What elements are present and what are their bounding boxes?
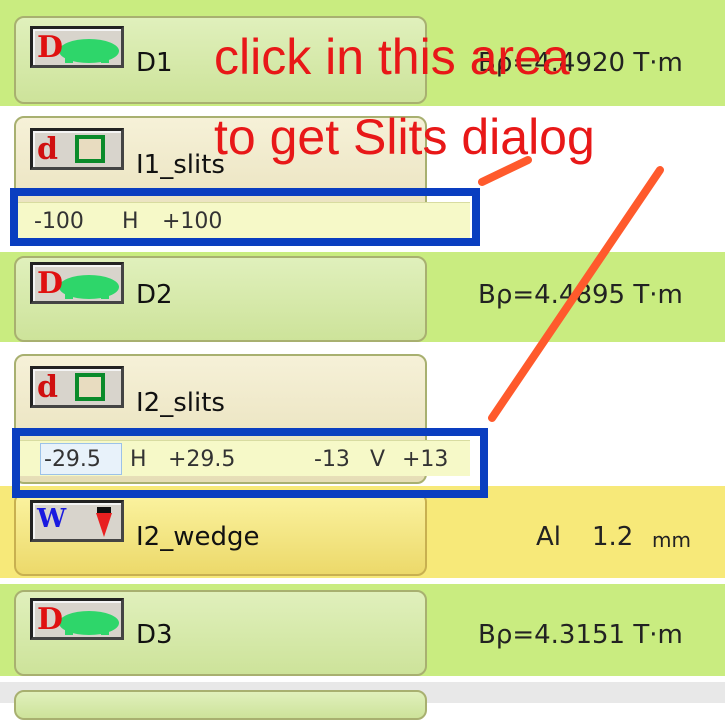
svg-text:d: d (37, 370, 58, 405)
annotation-line1: click in this area (214, 29, 570, 85)
i1-slits-highlight-box (10, 188, 480, 246)
next-element-tab[interactable] (14, 690, 427, 720)
svg-text:D: D (37, 602, 63, 637)
dipole-magnet-icon: D (37, 602, 119, 637)
d2-brho: Bρ=4.4895 T·m (478, 280, 683, 310)
wedge-unit: mm (652, 528, 691, 552)
annotation-line2: to get Slits dialog (214, 109, 595, 165)
wedge-name: I2_wedge (136, 522, 260, 552)
dipole-magnet-icon: D (37, 266, 119, 301)
d3-brho: Bρ=4.3151 T·m (478, 620, 683, 650)
wedge-thickness: 1.2 (592, 522, 634, 552)
wedge-icon: W (36, 504, 112, 537)
i2-slits-highlight-box (12, 428, 488, 498)
i2-slits-button[interactable]: d (30, 366, 124, 408)
wedge-material: Al (536, 522, 562, 552)
svg-text:D: D (37, 266, 63, 301)
i2-name: I2_slits (136, 388, 225, 418)
dipole-magnet-icon: D (37, 30, 119, 65)
d1-name: D1 (136, 48, 173, 78)
slits-icon: d (37, 370, 105, 405)
d2-dipole-button[interactable]: D (30, 262, 124, 304)
d3-name: D3 (136, 620, 173, 650)
d2-name: D2 (136, 280, 173, 310)
d3-dipole-button[interactable]: D (30, 598, 124, 640)
wedge-button[interactable]: W (30, 500, 124, 542)
d1-dipole-button[interactable]: D (30, 26, 124, 68)
i1-slits-button[interactable]: d (30, 128, 124, 170)
svg-text:W: W (36, 504, 67, 534)
svg-text:D: D (37, 30, 63, 65)
svg-text:d: d (37, 132, 58, 167)
i1-name: I1_slits (136, 150, 225, 180)
slits-icon: d (37, 132, 105, 167)
